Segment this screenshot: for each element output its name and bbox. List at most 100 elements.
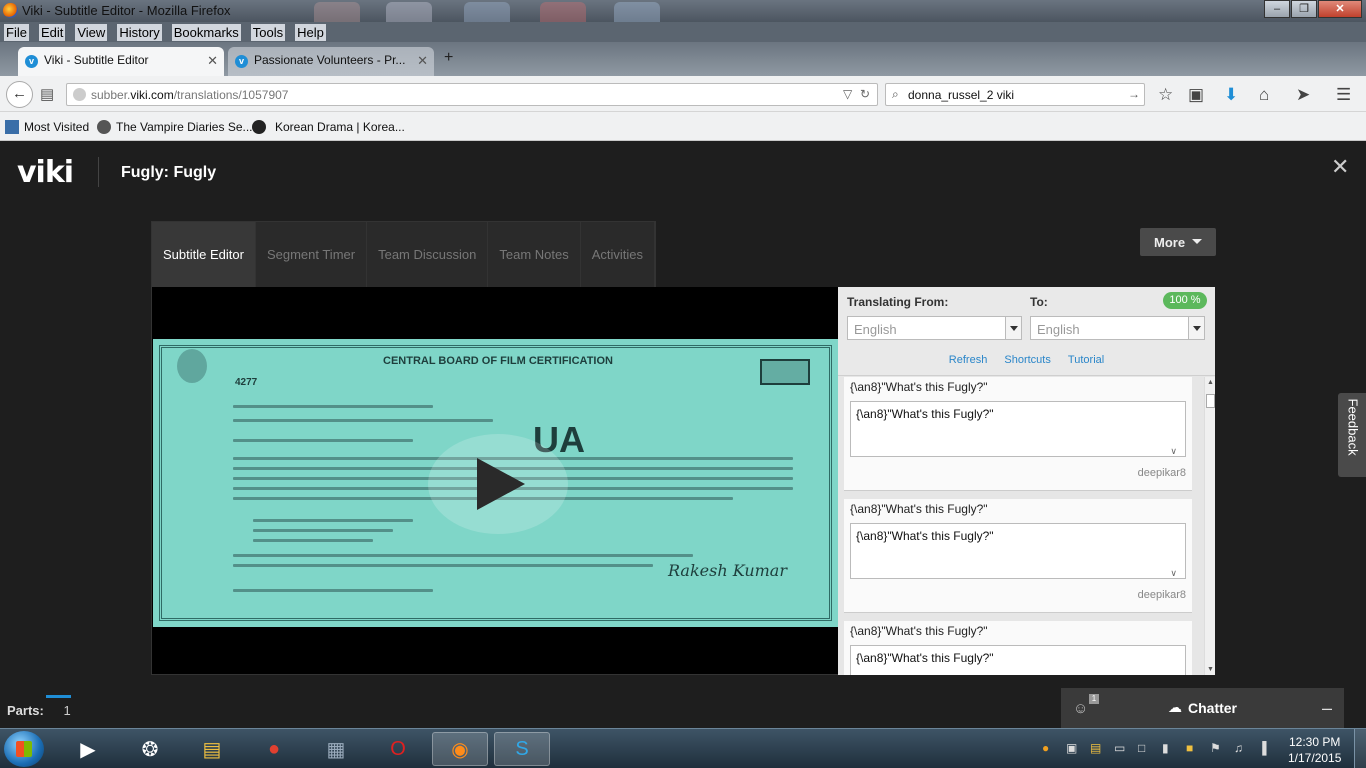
close-editor-icon[interactable]: ✕: [1331, 154, 1349, 180]
menu-help[interactable]: Help: [295, 23, 326, 41]
url-dropdown-icon[interactable]: ▽: [843, 87, 852, 101]
close-window-button[interactable]: ✕: [1318, 0, 1362, 18]
segment-scrollbar[interactable]: ▲ ▼: [1204, 377, 1215, 675]
tutorial-link[interactable]: Tutorial: [1068, 354, 1104, 366]
minimize-button[interactable]: –: [1264, 0, 1290, 18]
firefox-taskbar-icon[interactable]: ◉: [432, 732, 488, 766]
tab-close-icon[interactable]: ✕: [417, 53, 428, 69]
menu-file[interactable]: File: [4, 23, 29, 41]
window-titlebar: Viki - Subtitle Editor - Mozilla Firefox…: [0, 0, 1366, 46]
scroll-up-icon[interactable]: ▲: [1207, 379, 1214, 386]
shortcuts-link[interactable]: Shortcuts: [1004, 354, 1050, 366]
system-clock[interactable]: 12:30 PM 1/17/2015: [1288, 734, 1341, 766]
segment-source: {\an8}"What's this Fugly?": [850, 624, 988, 638]
tray-network-icon[interactable]: ▣: [1066, 741, 1077, 755]
reload-icon[interactable]: ↻: [860, 87, 870, 101]
signal-icon[interactable]: ▐: [1258, 741, 1267, 755]
video-player[interactable]: CENTRAL BOARD OF FILM CERTIFICATION 4277…: [151, 287, 838, 675]
menu-view[interactable]: View: [75, 23, 108, 41]
bookmark-vampire-diaries[interactable]: The Vampire Diaries Se...: [116, 120, 253, 134]
opera-icon[interactable]: O: [370, 732, 426, 766]
browser-tab-passionate-volunteers[interactable]: v Passionate Volunteers - Pr... ✕: [228, 47, 434, 76]
play-button[interactable]: [428, 434, 568, 534]
search-bar[interactable]: ⌕ donna_russel_2 viki →: [885, 83, 1145, 106]
bookmark-korean-drama[interactable]: Korean Drama | Korea...: [275, 120, 405, 134]
tray-update-icon[interactable]: ■: [1186, 741, 1193, 755]
viki-page: viki Fugly: Fugly ✕ Subtitle Editor Segm…: [0, 141, 1366, 728]
hamburger-menu-icon[interactable]: ☰: [1336, 85, 1351, 105]
menu-history[interactable]: History: [117, 23, 162, 41]
signature: Rakesh Kumar: [668, 561, 787, 580]
translation-panel: Translating From: To: 100 % English Engl…: [838, 287, 1215, 675]
text-line: [233, 439, 413, 442]
volume-icon[interactable]: ♫: [1234, 741, 1243, 755]
tab-subtitle-editor[interactable]: Subtitle Editor: [152, 222, 256, 287]
users-icon[interactable]: ☺: [1073, 700, 1088, 717]
window-controls: – ❐ ✕: [1263, 0, 1362, 18]
menu-bookmarks[interactable]: Bookmarks: [171, 23, 241, 41]
segment-translation-input[interactable]: {\an8}"What's this Fugly?" ∨: [850, 401, 1186, 457]
download-icon[interactable]: ⬇: [1224, 85, 1238, 105]
show-desktop-button[interactable]: [1354, 729, 1366, 768]
tab-team-notes[interactable]: Team Notes: [488, 222, 581, 287]
skype-icon[interactable]: S: [494, 732, 550, 766]
start-button[interactable]: [4, 731, 44, 767]
feedback-tab[interactable]: Feedback: [1338, 393, 1366, 477]
part-1-link[interactable]: 1: [63, 703, 70, 718]
scroll-down-icon[interactable]: ▼: [1207, 666, 1214, 673]
tray-battery-icon[interactable]: ▮: [1162, 741, 1169, 755]
clock-date: 1/17/2015: [1288, 751, 1342, 765]
search-input[interactable]: donna_russel_2 viki: [908, 88, 1014, 102]
tray-device-icon[interactable]: ▭: [1114, 741, 1125, 755]
downloads-list-icon[interactable]: ▤: [40, 85, 54, 103]
send-icon[interactable]: ➤: [1296, 85, 1310, 105]
tray-display-icon[interactable]: □: [1138, 741, 1145, 755]
url-bar[interactable]: subber.viki.com/translations/1057907 ▽ ↻: [66, 83, 878, 106]
action-center-flag-icon[interactable]: ⚑: [1210, 741, 1221, 755]
tray-folder-icon[interactable]: ▤: [1090, 741, 1101, 755]
segment-translation-input[interactable]: {\an8}"What's this Fugly?" ∨: [850, 523, 1186, 579]
tab-team-discussion[interactable]: Team Discussion: [367, 222, 489, 287]
to-language-value: English: [1037, 322, 1080, 337]
tab-close-icon[interactable]: ✕: [207, 53, 218, 69]
text-line: [233, 589, 433, 592]
scroll-thumb[interactable]: [1206, 394, 1215, 408]
home-icon[interactable]: ⌂: [1259, 85, 1269, 105]
browser-tab-subtitle-editor[interactable]: v Viki - Subtitle Editor ✕: [18, 47, 224, 76]
chat-bubble-icon: ☁: [1168, 699, 1182, 715]
bookmark-star-icon[interactable]: ☆: [1158, 85, 1173, 105]
tab-activities[interactable]: Activities: [581, 222, 656, 287]
dropdown-arrow-icon: [1005, 317, 1021, 339]
film-reel-icon[interactable]: ❂: [122, 732, 178, 766]
media-player-icon[interactable]: ▶: [60, 732, 116, 766]
segment-translation-input[interactable]: {\an8}"What's this Fugly?": [850, 645, 1186, 675]
bookmarks-menu-icon[interactable]: ▣: [1188, 85, 1204, 105]
korean-drama-icon: [252, 120, 266, 134]
windows-taskbar: ▶ ❂ ▤ ● ▦ O ◉ S ● ▣ ▤ ▭ □ ▮ ■ ⚑ ♫ ▐ 12:3…: [0, 728, 1366, 768]
url-text[interactable]: subber.viki.com/translations/1057907: [91, 88, 288, 102]
bookmark-most-visited[interactable]: Most Visited: [24, 120, 89, 134]
tray-app-icon[interactable]: ●: [1042, 741, 1049, 755]
chrome-icon[interactable]: ●: [246, 732, 302, 766]
to-language-select[interactable]: English: [1030, 316, 1205, 340]
viki-favicon-icon: v: [25, 55, 38, 68]
calculator-icon[interactable]: ▦: [308, 732, 364, 766]
chatter-bar[interactable]: ☺ 1 ☁ Chatter –: [1061, 688, 1344, 728]
new-tab-icon[interactable]: +: [444, 49, 453, 67]
more-button[interactable]: More: [1140, 228, 1216, 256]
viki-logo[interactable]: viki: [17, 155, 74, 190]
segment-author: deepikar8: [1137, 467, 1186, 479]
tab-segment-timer[interactable]: Segment Timer: [256, 222, 368, 287]
file-explorer-icon[interactable]: ▤: [184, 732, 240, 766]
parts-selector: Parts: 1: [7, 703, 71, 718]
back-button[interactable]: ←: [6, 81, 33, 108]
menu-edit[interactable]: Edit: [38, 23, 66, 41]
maximize-button[interactable]: ❐: [1291, 0, 1317, 18]
search-go-icon[interactable]: →: [1128, 87, 1140, 101]
refresh-link[interactable]: Refresh: [949, 354, 988, 366]
header-divider: [98, 157, 99, 187]
minimize-chatter-icon[interactable]: –: [1322, 698, 1332, 719]
vampire-diaries-icon: [97, 120, 111, 134]
from-language-select[interactable]: English: [847, 316, 1022, 340]
menu-tools[interactable]: Tools: [250, 23, 286, 41]
